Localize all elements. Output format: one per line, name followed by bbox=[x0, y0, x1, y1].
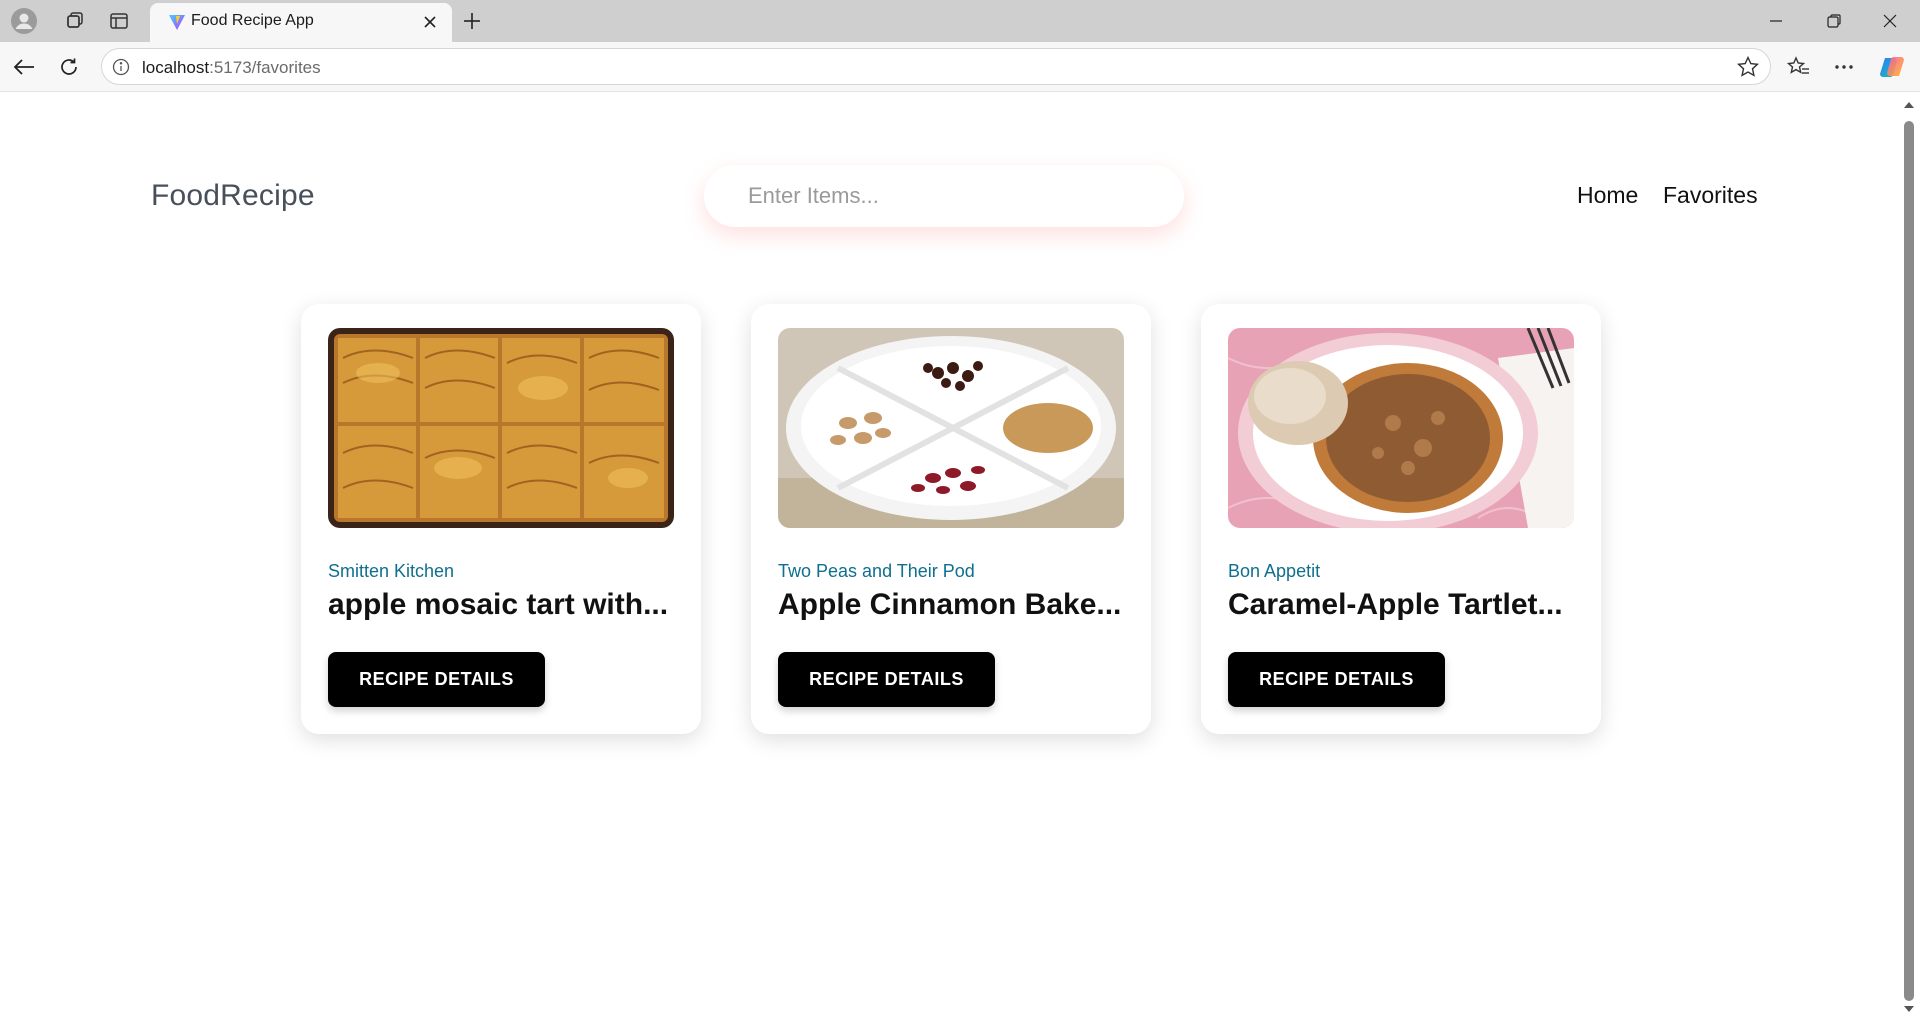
scrollbar-thumb[interactable] bbox=[1904, 121, 1914, 1001]
recipe-title: Apple Cinnamon Bake... bbox=[778, 588, 1122, 621]
search-bar bbox=[704, 165, 1184, 227]
page-scrollbar[interactable] bbox=[1898, 93, 1920, 1018]
tab-title: Food Recipe App bbox=[191, 12, 314, 29]
recipe-publisher: Bon Appetit bbox=[1228, 561, 1321, 581]
tab-food-recipe-app[interactable]: Food Recipe App bbox=[150, 3, 452, 42]
minimize-window-icon[interactable] bbox=[1753, 0, 1799, 42]
recipe-title: Caramel-Apple Tartlet... bbox=[1228, 588, 1563, 621]
tab-actions-icon[interactable] bbox=[104, 6, 134, 36]
recipe-details-button[interactable]: RECIPE DETAILS bbox=[778, 652, 995, 707]
nav-link-home[interactable]: Home bbox=[1577, 182, 1638, 209]
new-tab-icon[interactable] bbox=[456, 5, 488, 37]
brand-logo[interactable]: FoodRecipe bbox=[151, 179, 315, 213]
recipe-details-button[interactable]: RECIPE DETAILS bbox=[328, 652, 545, 707]
url-host: localhost bbox=[142, 58, 210, 77]
site-info-icon[interactable] bbox=[112, 58, 130, 81]
recipe-image-apple-mosaic-tart bbox=[328, 328, 674, 528]
workspaces-icon[interactable] bbox=[60, 6, 90, 36]
recipe-card: Two Peas and Their Pod Apple Cinnamon Ba… bbox=[751, 304, 1151, 734]
close-tab-icon[interactable] bbox=[418, 10, 442, 34]
url-path: :5173/favorites bbox=[209, 58, 321, 77]
recipe-card: Smitten Kitchen apple mosaic tart with..… bbox=[301, 304, 701, 734]
address-bar[interactable]: localhost:5173/favorites bbox=[101, 48, 1771, 85]
back-arrow-icon[interactable] bbox=[8, 51, 40, 83]
browser-tab-bar: Food Recipe App bbox=[0, 0, 1920, 42]
more-options-icon[interactable] bbox=[1828, 51, 1860, 83]
scroll-down-arrow-icon[interactable] bbox=[1903, 1003, 1915, 1015]
reload-icon[interactable] bbox=[53, 51, 85, 83]
page-viewport: FoodRecipe Home Favorites Smit bbox=[5, 93, 1898, 1018]
recipe-publisher: Two Peas and Their Pod bbox=[778, 561, 975, 581]
nav-link-favorites[interactable]: Favorites bbox=[1663, 182, 1758, 209]
scroll-up-arrow-icon[interactable] bbox=[1903, 99, 1915, 111]
browser-toolbar: localhost:5173/favorites bbox=[0, 42, 1920, 92]
recipe-card: Bon Appetit Caramel-Apple Tartlet... REC… bbox=[1201, 304, 1601, 734]
url-text: localhost:5173/favorites bbox=[142, 58, 321, 78]
recipe-image-caramel-apple-tartlet bbox=[1228, 328, 1574, 528]
recipe-publisher: Smitten Kitchen bbox=[328, 561, 455, 581]
copilot-icon[interactable] bbox=[1876, 51, 1908, 83]
profile-icon[interactable] bbox=[9, 6, 39, 36]
restore-window-icon[interactable] bbox=[1811, 0, 1857, 42]
vite-favicon-icon bbox=[168, 13, 186, 36]
favorite-star-icon[interactable] bbox=[1736, 55, 1760, 84]
recipe-details-button[interactable]: RECIPE DETAILS bbox=[1228, 652, 1445, 707]
search-input[interactable] bbox=[704, 165, 1184, 227]
favorites-bar-icon[interactable] bbox=[1783, 51, 1815, 83]
close-window-icon[interactable] bbox=[1867, 0, 1913, 42]
recipe-title: apple mosaic tart with... bbox=[328, 588, 669, 621]
recipe-image-apple-cinnamon-bake bbox=[778, 328, 1124, 528]
